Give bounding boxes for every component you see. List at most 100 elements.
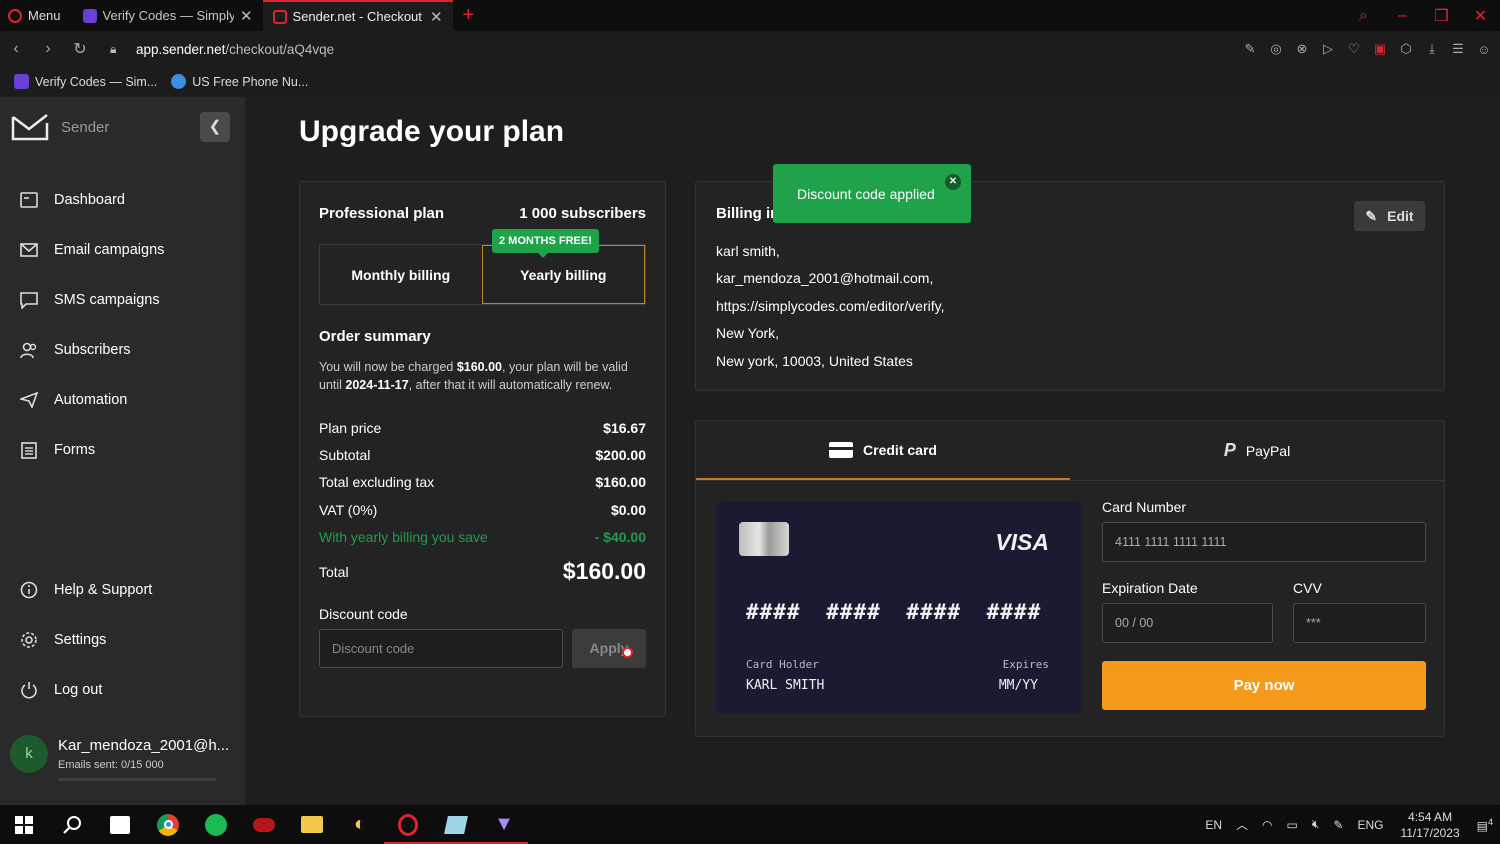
sender-logo-text: Sender [61, 118, 110, 136]
tab-label: Credit card [863, 441, 937, 458]
camera-icon[interactable]: ◎ [1268, 41, 1284, 57]
system-tray: EN ︿ ◠ ▭ 🔇︎ ✎ ENG 4:54 AM 11/17/2023 ▤4 [1198, 805, 1500, 844]
taskbar-chrome[interactable] [144, 805, 192, 844]
user-account[interactable]: k Kar_mendoza_2001@h... Emails sent: 0/1… [10, 735, 229, 773]
profile-icon[interactable]: ☺ [1476, 42, 1492, 57]
taskbar-spotify[interactable] [192, 805, 240, 844]
volume-muted-icon[interactable]: 🔇︎ [1305, 817, 1327, 832]
bookmark-label: Verify Codes — Sim... [35, 74, 158, 89]
user-name: Kar_mendoza_2001@h... [58, 737, 230, 754]
lock-icon[interactable]: 🔒︎ [110, 42, 124, 57]
notifications-icon[interactable]: ▤4 [1470, 817, 1500, 833]
sender-logo-icon [11, 114, 49, 141]
notes-app-icon [444, 815, 468, 834]
sidebar-item-label: SMS campaigns [54, 292, 160, 308]
apply-discount-button[interactable]: Apply [572, 629, 646, 668]
sender-favicon-icon [272, 9, 287, 24]
discount-code-input[interactable] [319, 629, 563, 668]
spotify-icon [205, 813, 227, 836]
input-language-short[interactable]: EN [1198, 818, 1229, 832]
yearly-billing-option[interactable]: Yearly billing [481, 245, 645, 304]
cvv-input[interactable] [1293, 603, 1426, 643]
vpn-app-icon: ▼ [494, 813, 514, 835]
sidebar-item-automation[interactable]: Automation [0, 375, 245, 425]
taskbar-game-app[interactable] [240, 805, 288, 844]
easy-setup-icon[interactable]: ☰ [1450, 41, 1466, 57]
bookmark-us-free-phone[interactable]: US Free Phone Nu... [171, 74, 308, 89]
tab-title: Verify Codes — SimplyCodes [102, 8, 234, 23]
edit-label: Edit [1387, 208, 1414, 224]
expires-value: MM/YY [998, 678, 1038, 693]
url-field[interactable]: app.sender.net/checkout/aQ4vqe [136, 42, 334, 57]
sidebar-item-settings[interactable]: Settings [0, 615, 245, 665]
back-icon[interactable]: ‹ [0, 40, 32, 58]
main-content: Upgrade your plan Professional plan 1 00… [245, 97, 1500, 805]
tab-verify-codes[interactable]: Verify Codes — SimplyCodes ✕ [73, 0, 263, 31]
pay-now-button[interactable]: Pay now [1102, 661, 1426, 710]
tab-credit-card[interactable]: Credit card [696, 421, 1070, 480]
edit-icon[interactable]: ✎ [1242, 41, 1258, 57]
new-tab-icon[interactable]: + [453, 4, 485, 27]
bookmark-verify-codes[interactable]: Verify Codes — Sim... [14, 74, 157, 89]
sidebar-item-help-support[interactable]: Help & Support [0, 565, 245, 615]
total-label: Total [319, 563, 349, 580]
clock[interactable]: 4:54 AM 11/17/2023 [1390, 809, 1469, 841]
forward-icon[interactable]: › [32, 40, 64, 58]
extension-badge-icon[interactable]: ▣ [1372, 41, 1388, 57]
wifi-icon[interactable]: ◠ [1255, 818, 1279, 832]
opera-menu-button[interactable]: Menu [0, 0, 73, 31]
sender-logo[interactable]: Sender [11, 113, 109, 141]
plan-card: Professional plan 1 000 subscribers Mont… [299, 181, 666, 717]
taskbar-vpn-app[interactable]: ▼ [480, 805, 528, 844]
close-toast-icon[interactable]: ✕ [945, 174, 961, 190]
monthly-billing-option[interactable]: Monthly billing [320, 245, 482, 304]
notification-count: 4 [1487, 816, 1493, 827]
taskbar-file-explorer[interactable] [288, 805, 336, 844]
sidebar-item-label: Dashboard [54, 192, 125, 208]
chevron-up-icon[interactable]: ︿ [1229, 816, 1255, 833]
close-tab-icon[interactable]: ✕ [240, 7, 253, 25]
close-window-icon[interactable]: ✕ [1461, 6, 1500, 26]
sidebar-item-forms[interactable]: Forms [0, 425, 245, 475]
adblock-icon[interactable]: ⊗ [1294, 41, 1310, 57]
taskbar-search[interactable] [48, 805, 96, 844]
users-icon [20, 341, 38, 359]
reload-icon[interactable]: ↻ [64, 39, 96, 59]
start-button[interactable] [0, 805, 48, 844]
maximize-icon[interactable]: ❐ [1422, 6, 1461, 26]
expiration-date-input[interactable] [1102, 603, 1273, 643]
card-number-input[interactable] [1102, 522, 1426, 562]
collapse-sidebar-button[interactable]: ❮ [200, 112, 230, 142]
download-icon[interactable]: ⤓ [1424, 41, 1440, 57]
sidebar-item-dashboard[interactable]: Dashboard [0, 175, 245, 225]
input-language[interactable]: ENG [1350, 818, 1390, 832]
taskbar-store[interactable] [96, 805, 144, 844]
sidebar-item-subscribers[interactable]: Subscribers [0, 325, 245, 375]
price-row: VAT (0%) $0.00 [319, 496, 646, 523]
battery-icon[interactable]: ▭ [1279, 818, 1304, 832]
tab-sender-checkout[interactable]: Sender.net - Checkout ✕ [262, 0, 453, 31]
sidebar-item-sms-campaigns[interactable]: SMS campaigns [0, 275, 245, 325]
minimize-icon[interactable]: – [1383, 7, 1422, 25]
sidebar: Sender ❮ Dashboard Email campaigns SMS c… [0, 97, 245, 805]
price-row: Plan price $16.67 [319, 414, 646, 441]
pen-icon[interactable]: ✎ [1326, 818, 1350, 832]
plan-subscribers: 1 000 subscribers [519, 205, 646, 222]
tab-paypal[interactable]: P PayPal [1070, 421, 1444, 480]
sidebar-item-log-out[interactable]: Log out [0, 665, 245, 715]
edit-billing-button[interactable]: ✎ Edit [1354, 201, 1425, 231]
sidebar-item-email-campaigns[interactable]: Email campaigns [0, 225, 245, 275]
taskbar-audio-app[interactable]: ◐ [336, 805, 384, 844]
taskbar-opera[interactable] [384, 805, 432, 844]
window-controls: ⌕ – ❐ ✕ [1344, 0, 1500, 31]
search-tabs-icon[interactable]: ⌕ [1344, 7, 1383, 25]
visa-logo: VISA [995, 529, 1049, 555]
emails-sent-progress-bar [58, 778, 216, 781]
cube-icon[interactable]: ⬡ [1398, 41, 1414, 57]
taskbar-notes-app[interactable] [432, 805, 480, 844]
order-desc-text: You will now be charged [319, 360, 457, 374]
close-tab-icon[interactable]: ✕ [430, 8, 443, 26]
heart-icon[interactable]: ♡ [1346, 41, 1362, 57]
send-icon[interactable]: ▷ [1320, 41, 1336, 57]
savings-row: With yearly billing you save - $40.00 [319, 523, 646, 550]
